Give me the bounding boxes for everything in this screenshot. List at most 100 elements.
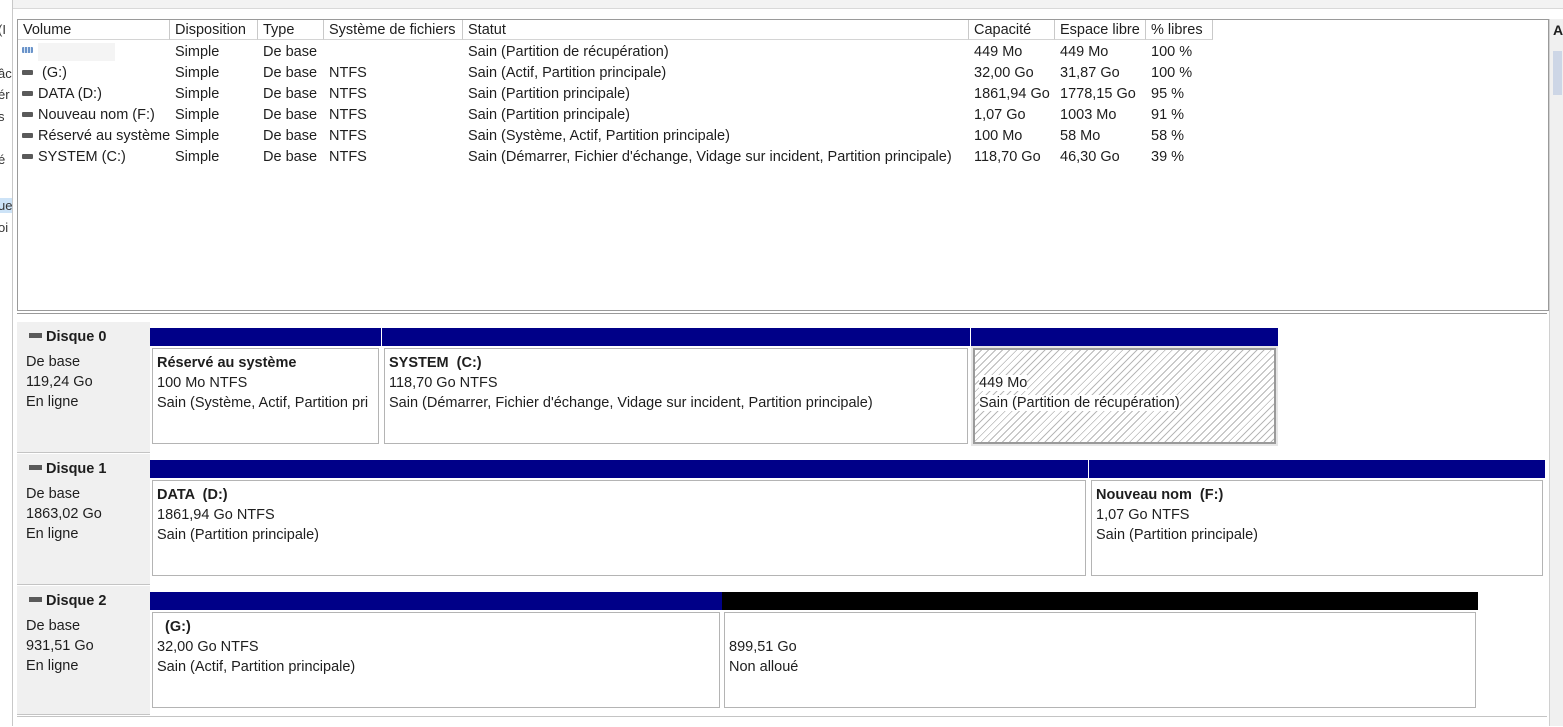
volume-type: De base	[263, 149, 318, 165]
volume-percent-free: 95 %	[1151, 86, 1185, 102]
partition-status: Sain (Système, Actif, Partition pri	[157, 395, 369, 411]
volume-icon	[22, 91, 33, 96]
partition-box: SYSTEM (C:) 118,70 Go NTFS Sain (Démarre…	[384, 348, 968, 444]
column-header-percent-free[interactable]: % libres	[1146, 20, 1213, 40]
disk-name: Disque 2	[29, 593, 106, 609]
partition-size: 118,70 Go NTFS	[389, 375, 498, 391]
volume-capacity: 100 Mo	[974, 128, 1023, 144]
disk-label-0[interactable]: Disque 0 De base 119,24 Go En ligne	[17, 322, 150, 453]
partition-size: 32,00 Go NTFS	[157, 639, 259, 655]
partition-size: 449 Mo	[979, 375, 1028, 391]
volume-icon	[22, 70, 33, 75]
volume-name-hidden	[38, 43, 115, 61]
volume-percent-free: 58 %	[1151, 128, 1185, 144]
volume-icon	[22, 112, 33, 117]
volume-percent-free: 91 %	[1151, 107, 1185, 123]
disk-separator	[17, 716, 1547, 717]
disk-icon	[29, 333, 42, 338]
partition-title: Nouveau nom (F:)	[1096, 487, 1224, 503]
partition-bar	[150, 592, 722, 610]
disk-type: De base	[26, 618, 81, 634]
volume-disposition: Simple	[175, 149, 220, 165]
nav-text-selected: ue	[0, 198, 12, 213]
volume-name: SYSTEM (C:)	[38, 149, 126, 165]
partition-box: Réservé au système 100 Mo NTFS Sain (Sys…	[152, 348, 379, 444]
volume-free-space: 31,87 Go	[1060, 65, 1120, 81]
volume-row[interactable]: (G:) Simple De base NTFS Sain (Actif, Pa…	[18, 63, 1548, 84]
disk-size: 119,24 Go	[26, 374, 93, 390]
disk-type: De base	[26, 486, 81, 502]
volume-row[interactable]: SYSTEM (C:) Simple De base NTFS Sain (Dé…	[18, 147, 1548, 168]
partition-nouveau-nom-f[interactable]: Nouveau nom (F:) 1,07 Go NTFS Sain (Part…	[1089, 460, 1545, 578]
disk-label-2[interactable]: Disque 2 De base 931,51 Go En ligne	[17, 586, 150, 715]
volume-capacity: 118,70 Go	[974, 149, 1041, 165]
volume-row[interactable]: Réservé au système Simple De base NTFS S…	[18, 126, 1548, 147]
volume-percent-free: 100 %	[1151, 65, 1193, 81]
volume-status: Sain (Système, Actif, Partition principa…	[468, 128, 730, 144]
volume-capacity: 449 Mo	[974, 44, 1023, 60]
partition-g[interactable]: (G:) 32,00 Go NTFS Sain (Actif, Partitio…	[150, 592, 722, 710]
nav-text: é	[0, 152, 5, 167]
volume-free-space: 58 Mo	[1060, 128, 1101, 144]
nav-text: ér	[0, 87, 10, 102]
partition-box-selected: 449 Mo Sain (Partition de récupération)	[973, 348, 1276, 444]
column-header-free-space[interactable]: Espace libre	[1055, 20, 1146, 40]
unallocated-bar	[722, 592, 1478, 610]
partition-recovery[interactable]: 449 Mo Sain (Partition de récupération)	[971, 328, 1278, 446]
volume-type: De base	[263, 107, 318, 123]
volume-row[interactable]: Simple De base Sain (Partition de récupé…	[18, 42, 1548, 63]
partition-size: 1861,94 Go NTFS	[157, 507, 275, 523]
toolbar-strip	[0, 0, 1563, 9]
disk-state: En ligne	[26, 394, 79, 410]
partition-size: 1,07 Go NTFS	[1096, 507, 1190, 523]
volume-type: De base	[263, 65, 318, 81]
volume-name: Réservé au système	[38, 128, 171, 144]
partition-reserved[interactable]: Réservé au système 100 Mo NTFS Sain (Sys…	[150, 328, 381, 446]
volume-filesystem: NTFS	[329, 86, 367, 102]
volume-capacity: 1,07 Go	[974, 107, 1026, 123]
volume-type: De base	[263, 44, 318, 60]
volume-status: Sain (Actif, Partition principale)	[468, 65, 667, 81]
vertical-scrollbar[interactable]	[1549, 19, 1563, 726]
partition-unallocated[interactable]: 899,51 Go Non alloué	[722, 592, 1478, 710]
volume-status: Sain (Partition principale)	[468, 107, 630, 123]
volume-status: Sain (Démarrer, Fichier d'échange, Vidag…	[468, 149, 952, 165]
partition-title: SYSTEM (C:)	[389, 355, 482, 371]
volume-icon	[22, 154, 33, 159]
navigation-pane-clipped[interactable]: (I âc ér s é ue oi	[0, 0, 13, 726]
partition-system-c[interactable]: SYSTEM (C:) 118,70 Go NTFS Sain (Démarre…	[382, 328, 970, 446]
partition-status: Sain (Actif, Partition principale)	[157, 659, 356, 675]
partition-status: Sain (Partition principale)	[1096, 527, 1258, 543]
volume-free-space: 1778,15 Go	[1060, 86, 1136, 102]
volume-percent-free: 39 %	[1151, 149, 1185, 165]
partition-data-d[interactable]: DATA (D:) 1861,94 Go NTFS Sain (Partitio…	[150, 460, 1088, 578]
partition-status: Sain (Partition de récupération)	[979, 395, 1180, 411]
volume-icon	[22, 133, 33, 138]
column-header-filesystem[interactable]: Système de fichiers	[324, 20, 463, 40]
volume-free-space: 449 Mo	[1060, 44, 1109, 60]
volume-free-space: 1003 Mo	[1060, 107, 1117, 123]
partition-title: Réservé au système	[157, 355, 297, 371]
volume-disposition: Simple	[175, 128, 220, 144]
column-header-disposition[interactable]: Disposition	[170, 20, 258, 40]
volume-type: De base	[263, 128, 318, 144]
partition-title: (G:)	[157, 619, 191, 635]
disk-label-1[interactable]: Disque 1 De base 1863,02 Go En ligne	[17, 454, 150, 585]
volume-name: DATA (D:)	[38, 86, 102, 102]
column-header-status[interactable]: Statut	[463, 20, 969, 40]
volume-name: Nouveau nom (F:)	[38, 107, 155, 123]
column-header-volume[interactable]: Volume	[18, 20, 170, 40]
disk-state: En ligne	[26, 526, 79, 542]
volume-row[interactable]: Nouveau nom (F:) Simple De base NTFS Sai…	[18, 105, 1548, 126]
volume-disposition: Simple	[175, 107, 220, 123]
volume-list[interactable]: Volume Disposition Type Système de fichi…	[17, 19, 1549, 311]
column-header-capacity[interactable]: Capacité	[969, 20, 1055, 40]
scrollbar-thumb[interactable]	[1553, 51, 1562, 95]
partition-bar	[382, 328, 970, 346]
volume-free-space: 46,30 Go	[1060, 149, 1120, 165]
disk-size: 1863,02 Go	[26, 506, 102, 522]
volume-row[interactable]: DATA (D:) Simple De base NTFS Sain (Part…	[18, 84, 1548, 105]
volume-percent-free: 100 %	[1151, 44, 1193, 60]
volume-status: Sain (Partition principale)	[468, 86, 630, 102]
column-header-type[interactable]: Type	[258, 20, 324, 40]
